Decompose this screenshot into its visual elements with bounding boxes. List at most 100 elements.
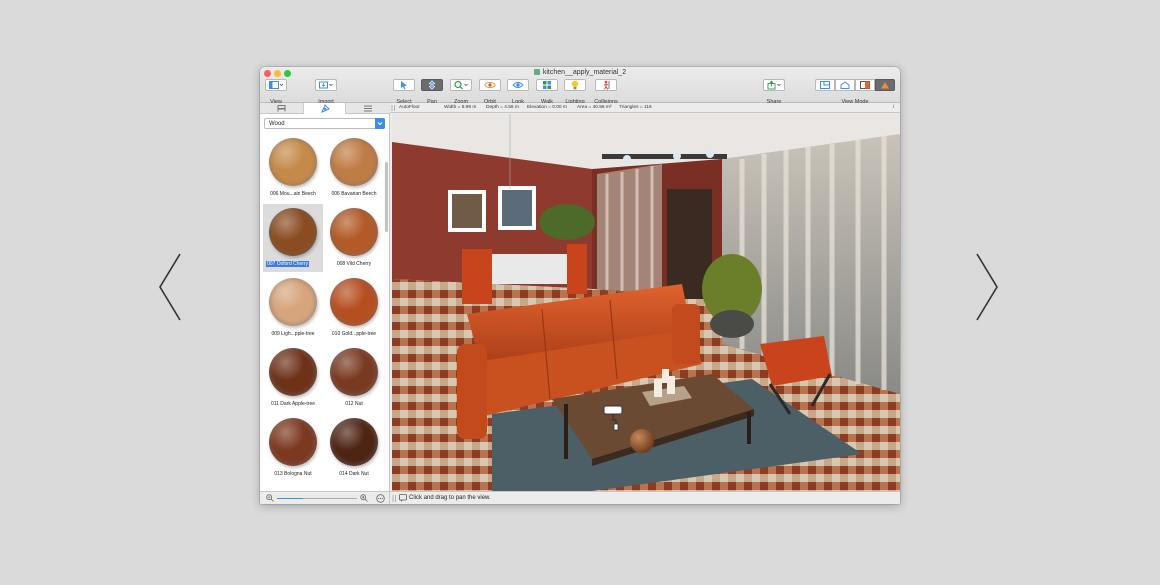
share-icon (767, 80, 781, 90)
hand-icon (428, 80, 436, 90)
hint-icon (399, 494, 407, 502)
room-render[interactable] (392, 114, 900, 491)
material-item[interactable]: 010 Gold...pple-tree (324, 274, 384, 342)
info-icon[interactable]: i (893, 105, 894, 110)
info-triangles: Triangles = 116 (619, 105, 652, 110)
view-button[interactable] (265, 79, 287, 91)
previous-arrow-icon[interactable] (157, 252, 183, 322)
view-mode-3d-button[interactable] (835, 79, 855, 91)
import-button[interactable] (315, 79, 337, 91)
info-bar: AutoFloor Width = 8.98 m Depth = 4.56 m … (390, 103, 900, 113)
walk-toolbar-group: Walk (535, 79, 559, 105)
material-name: 009 Ligh...pple-tree (271, 331, 315, 337)
category-dropdown-value: Wood (269, 121, 285, 127)
next-arrow-icon[interactable] (974, 252, 1000, 322)
material-name: 013 Bologna Nut (274, 471, 312, 477)
more-options-icon[interactable] (376, 494, 385, 503)
material-sphere (330, 278, 378, 326)
material-sphere (330, 418, 378, 466)
3d-viewport[interactable] (392, 114, 900, 491)
material-item[interactable]: 006 Bavarian Beech (324, 134, 384, 202)
slider-fill (277, 498, 303, 499)
share-button[interactable] (763, 79, 785, 91)
collision-figure-icon (603, 80, 610, 90)
material-name: 006 Bavarian Beech (331, 191, 377, 197)
lighting-tool-button[interactable] (564, 79, 586, 91)
tab-materials[interactable] (303, 103, 346, 114)
info-mode: AutoFloor (399, 105, 420, 110)
scroll-thumb[interactable] (385, 162, 388, 232)
collisions-toolbar-group: Collisions (593, 79, 619, 105)
thumbnail-size-slider[interactable] (277, 498, 357, 499)
zoom-out-icon[interactable] (266, 494, 274, 502)
material-sphere (330, 208, 378, 256)
paint-palette-icon (321, 104, 330, 113)
material-item[interactable]: 012 Nut (324, 344, 384, 412)
pan-tool-button[interactable] (421, 79, 443, 91)
info-area: Area = 40.56 m² (577, 105, 612, 110)
orbit-tool-button[interactable] (479, 79, 501, 91)
render-view-icon (881, 82, 889, 89)
info-width: Width = 8.98 m (444, 105, 477, 110)
titlebar: kitchen__apply_material_2 View Import Se… (260, 67, 900, 105)
tab-list[interactable] (346, 103, 389, 114)
import-icon (319, 81, 333, 89)
material-item[interactable]: 006 Mou...ain Beech (263, 134, 323, 202)
magnifier-icon (454, 80, 468, 90)
chair-icon (277, 105, 286, 112)
sidebar-icon (269, 81, 283, 89)
material-sphere (330, 348, 378, 396)
material-sphere (269, 278, 317, 326)
house-3d-icon (840, 81, 850, 89)
material-sphere (269, 138, 317, 186)
material-item[interactable]: 009 Ligh...pple-tree (263, 274, 323, 342)
walk-tool-button[interactable] (536, 79, 558, 91)
sidebar-scrollbar[interactable] (384, 134, 389, 491)
collisions-tool-button[interactable] (595, 79, 617, 91)
select-tool-button[interactable] (393, 79, 415, 91)
view-mode-split-button[interactable] (855, 79, 875, 91)
look-tool-button[interactable] (507, 79, 529, 91)
view-mode-render-button[interactable] (875, 79, 895, 91)
sidebar-tabs (260, 103, 390, 114)
dropdown-arrow[interactable] (375, 118, 385, 129)
walk-grid-icon (543, 81, 551, 89)
tab-furniture[interactable] (260, 103, 303, 114)
grip-icon (392, 495, 396, 502)
zoom-tool-button[interactable] (450, 79, 472, 91)
document-icon (533, 69, 540, 75)
material-item[interactable]: 008 Vild Cherry (324, 204, 384, 272)
material-item[interactable]: 007 Oxford Cherry (263, 204, 323, 272)
zoom-in-icon[interactable] (360, 494, 368, 502)
app-window: kitchen__apply_material_2 View Import Se… (260, 67, 900, 504)
status-bar: Click and drag to pan the view. (390, 491, 900, 504)
material-item[interactable]: 011 Dark Apple-tree (263, 344, 323, 412)
share-toolbar-group: Share (762, 79, 786, 105)
material-item[interactable]: 014 Dark Nut (324, 414, 384, 482)
category-dropdown[interactable]: Wood (264, 118, 385, 129)
material-name: 014 Dark Nut (339, 471, 369, 477)
material-name: 007 Oxford Cherry (266, 261, 310, 267)
material-sidebar: Wood 006 Mou...ain Beech 006 Bavarian Bee… (260, 114, 390, 491)
material-name: 012 Nut (345, 401, 363, 407)
material-name: 011 Dark Apple-tree (270, 401, 316, 407)
list-icon (364, 105, 372, 112)
view-toolbar-group: View (264, 79, 288, 105)
view-mode-2d-button[interactable] (815, 79, 835, 91)
split-view-icon (860, 81, 870, 89)
orbit-icon (484, 82, 496, 88)
material-sphere (269, 418, 317, 466)
window-title: kitchen__apply_material_2 (260, 69, 900, 76)
material-sphere (269, 348, 317, 396)
cursor-arrow-icon (401, 81, 407, 90)
sidebar-footer (260, 491, 390, 504)
import-toolbar-group: Import (314, 79, 338, 105)
material-name: 010 Gold...pple-tree (331, 331, 377, 337)
material-name: 006 Mou...ain Beech (270, 191, 316, 197)
material-grid: 006 Mou...ain Beech 006 Bavarian Beech 007… (260, 134, 384, 491)
select-toolbar-group: Select (392, 79, 416, 105)
floor-plan-icon (820, 81, 830, 89)
info-elevation: Elevation = 0.00 m (527, 105, 567, 110)
material-item[interactable]: 013 Bologna Nut (263, 414, 323, 482)
material-name: 008 Vild Cherry (336, 261, 372, 267)
